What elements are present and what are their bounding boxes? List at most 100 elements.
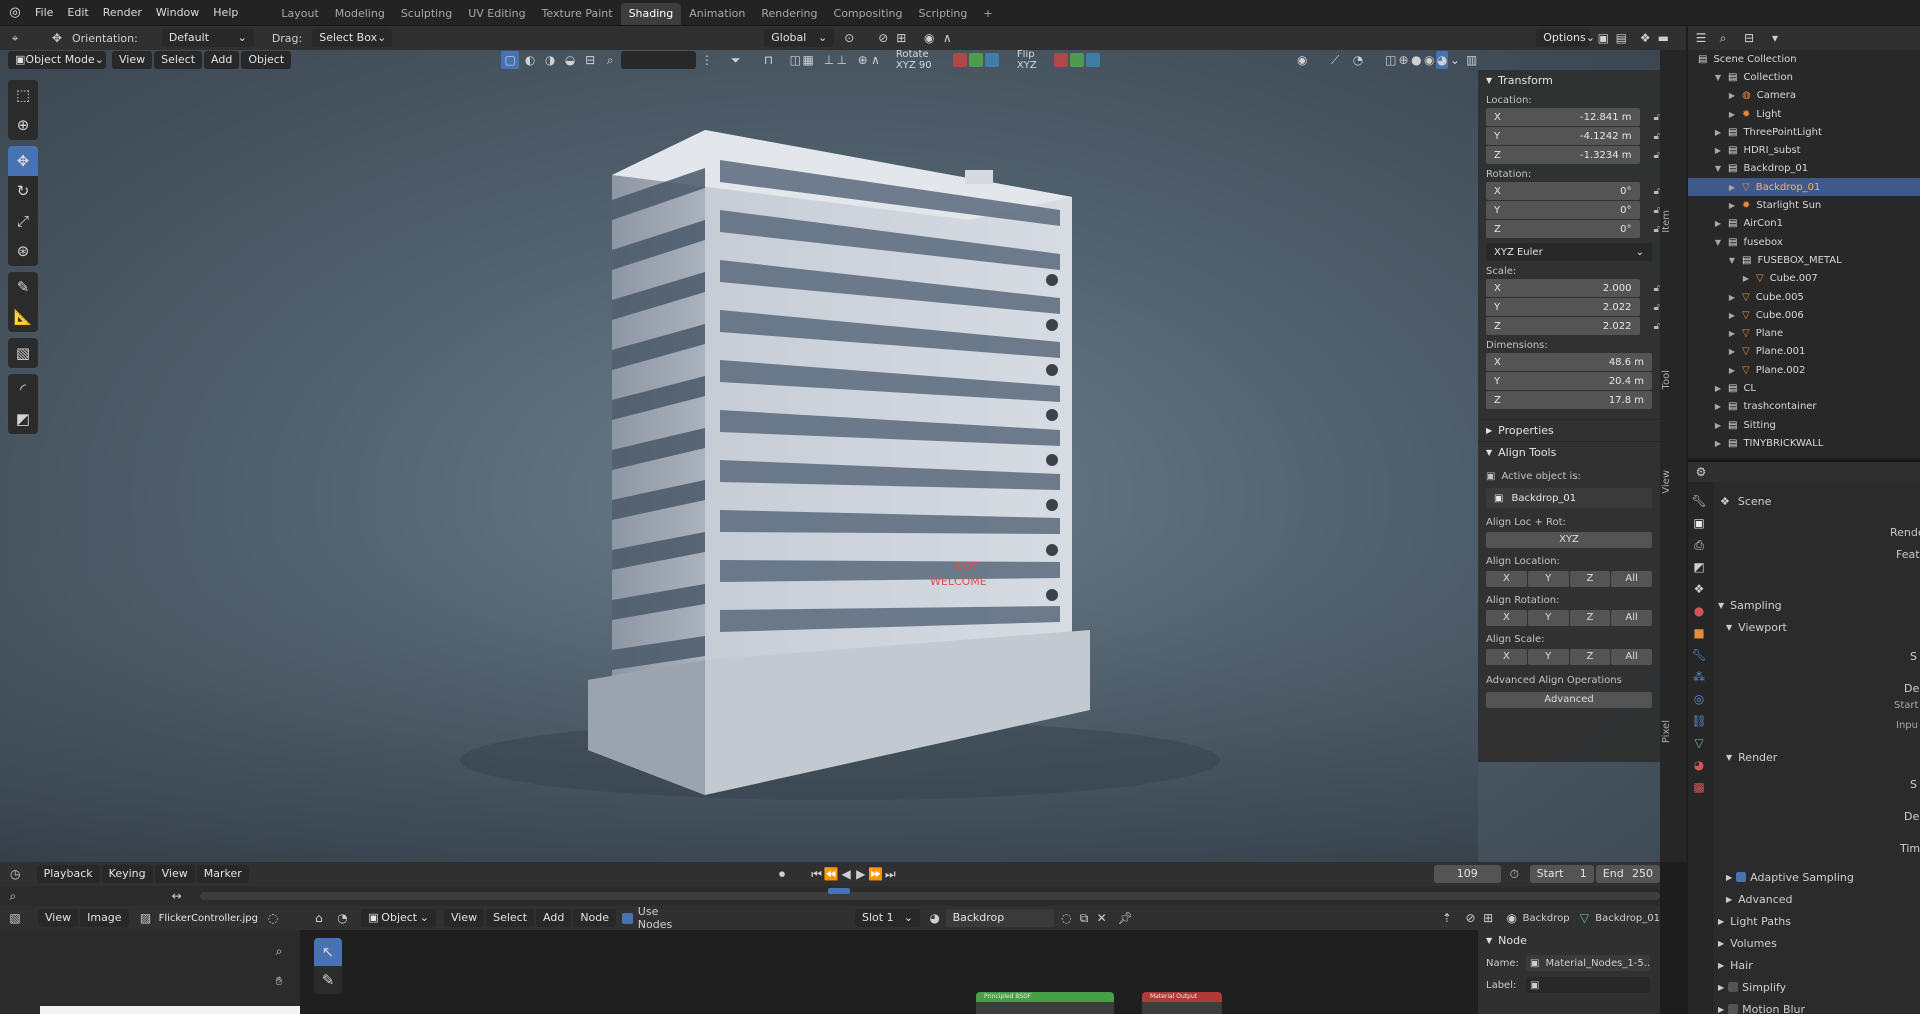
menu-edit[interactable]: Edit [60,0,95,26]
outliner-row[interactable]: ▶ ✹ Starlight Sun [1688,196,1920,214]
image-canvas[interactable] [40,1006,300,1014]
blender-logo-icon[interactable]: ◎ [2,4,28,22]
editor-type-icon[interactable]: ⌖ [6,29,24,47]
outliner-row[interactable]: ▼ ▤ FUSEBOX_METAL [1688,251,1920,269]
volumes-row[interactable]: ▶ Volumes [1714,934,1920,952]
workspace-tab-sculpting[interactable]: Sculpting [393,3,460,25]
output-tab-icon[interactable]: ⎙ [1688,534,1710,556]
adaptive-sampling-row[interactable]: ▶ Adaptive Sampling [1726,868,1920,886]
node-name-field[interactable]: ▣ Material_Nodes_1-5... [1526,955,1650,971]
motion-blur-checkbox[interactable] [1728,1004,1739,1014]
outliner-row[interactable]: ▶ ▽ Cube.007 [1688,270,1920,288]
workspace-tab-compositing[interactable]: Compositing [826,3,911,25]
stopwatch-icon[interactable]: ⏱ [1507,865,1522,883]
filter-icon[interactable]: ▾ [1766,29,1784,47]
scene-tab-icon[interactable]: ❖ [1688,578,1710,600]
advanced-align-button[interactable]: Advanced [1486,692,1652,708]
viewport-subpanel-header[interactable]: ▼ Viewport [1726,618,1920,636]
outliner-row[interactable]: ▶ ▤ CL [1688,379,1920,397]
align-rotation-y-button[interactable]: Y [1527,610,1569,626]
hand-pan-icon[interactable]: ✋︎ [270,972,288,990]
chevron-right-icon[interactable]: ▶ [1712,146,1724,155]
timeline-editor-icon[interactable]: ◷ [8,865,23,883]
workspace-tab-modeling[interactable]: Modeling [327,3,393,25]
material-name-field[interactable]: Backdrop [945,909,1054,927]
scale-z-field[interactable]: Z 2.022 [1486,317,1640,335]
chevron-right-icon[interactable]: ▶ [1712,421,1724,430]
node-view-menu[interactable]: View [443,909,485,927]
node-add-menu[interactable]: Add [536,909,572,927]
align-location-y-button[interactable]: Y [1527,571,1569,587]
node-select-menu[interactable]: Select [486,909,535,927]
motion-blur-row[interactable]: ▶ Motion Blur [1714,1000,1920,1014]
constraints-tab-icon[interactable]: ⛓︎ [1688,710,1710,732]
dimensions-z-field[interactable]: Z 17.8 m [1486,391,1652,409]
shader-node-editor[interactable]: ⌂ ◔ ▣ Object ⌄ View Select Add Node Use No… [300,905,1660,1014]
chevron-right-icon[interactable]: ▶ [1712,219,1724,228]
drag-dropdown[interactable]: Select Box ⌄ [312,29,393,47]
workspace-tab-texture-paint[interactable]: Texture Paint [534,3,621,25]
outliner-row[interactable]: ▶ ▤ trashcontainer [1688,398,1920,416]
chevron-right-icon[interactable]: ▶ [1726,183,1738,192]
rotation-y-field[interactable]: Y 0° [1486,201,1640,219]
modifier-tab-icon[interactable]: 🔧︎ [1688,644,1710,666]
record-icon[interactable]: ⏺ [775,865,790,883]
align-rotation-x-button[interactable]: X [1486,610,1527,626]
outliner-row[interactable]: ▶ ▽ Cube.005 [1688,288,1920,306]
shader-type-icon[interactable]: ◔ [334,909,352,927]
data-tab-icon[interactable]: ▽ [1688,732,1710,754]
node-section-header[interactable]: ▼ Node [1478,930,1660,951]
dimensions-y-field[interactable]: Y 20.4 m [1486,372,1652,390]
workspace-tab-layout[interactable]: Layout [273,3,326,25]
outliner-row[interactable]: ▶ ▽ Cube.006 [1688,306,1920,324]
workspace-tab-animation[interactable]: Animation [681,3,753,25]
outliner-row[interactable]: ▶ ▽ Plane [1688,324,1920,342]
outliner-row[interactable]: ▶ ▽ Plane.002 [1688,361,1920,379]
scene-icon[interactable]: ❖ [1636,29,1654,47]
dimensions-x-field[interactable]: X 48.6 m [1486,353,1652,371]
workspace-tab-uv-editing[interactable]: UV Editing [460,3,533,25]
outliner-row[interactable]: ▶ ▽ Backdrop_01 [1688,178,1920,197]
rotation-mode-dropdown[interactable]: XYZ Euler ⌄ [1486,243,1652,261]
chevron-down-icon[interactable]: ▼ [1726,256,1738,265]
sidebar-tab-pixel[interactable]: Pixel [1661,720,1685,743]
current-frame-field[interactable]: 109 [1433,865,1502,883]
parent-icon[interactable]: ⇡ [1438,909,1456,927]
previous-keyframe-icon[interactable]: ⏪ [824,865,839,883]
workspace-tab-shading[interactable]: Shading [620,2,682,25]
overlay-node-icon[interactable]: ⊞ [1479,909,1497,927]
physics-tab-icon[interactable]: ◎ [1688,688,1710,710]
sidebar-tab-tool[interactable]: Tool [1661,370,1685,389]
chevron-down-icon[interactable]: ▼ [1712,164,1724,173]
node-menu[interactable]: Node [573,909,617,927]
home-icon[interactable]: ⌂ [310,909,328,927]
scale-y-field[interactable]: Y 2.022 [1486,298,1640,316]
scale-x-field[interactable]: X 2.000 [1486,279,1640,297]
material-tab-icon[interactable]: ◕ [1688,754,1710,776]
chevron-right-icon[interactable]: ▶ [1712,128,1724,137]
end-frame-field[interactable]: End 250 [1595,865,1660,883]
view-layer-icon[interactable]: ▬ [1654,29,1672,47]
principled-bsdf-node[interactable]: Principled BSDF [976,992,1114,1014]
node-label-field[interactable]: ▣ [1526,977,1650,993]
adaptive-sampling-checkbox[interactable] [1736,872,1747,882]
playhead[interactable] [827,888,850,894]
rotation-x-field[interactable]: X 0° [1486,182,1640,200]
workspace-tab-scripting[interactable]: Scripting [910,3,975,25]
chevron-right-icon[interactable]: ▶ [1726,91,1738,100]
image-menu[interactable]: Image [80,909,129,927]
sampling-panel-header[interactable]: ▼ Sampling [1714,596,1920,614]
menu-render[interactable]: Render [96,0,149,26]
outliner-row[interactable]: ▶ ▤ TINYBRICKWALL [1688,434,1920,452]
falloff-icon[interactable]: ∧ [938,29,956,47]
menu-file[interactable]: File [28,0,60,26]
outliner-row[interactable]: ▼ ▤ Backdrop_01 [1688,160,1920,178]
chevron-right-icon[interactable]: ▶ [1726,347,1738,356]
render-icon[interactable]: ▤ [1612,29,1630,47]
use-nodes-toggle[interactable]: Use Nodes [622,905,695,931]
pin-icon[interactable]: 📌︎ [1116,909,1134,927]
outliner-row[interactable]: ▶ ▤ Sitting [1688,416,1920,434]
chevron-right-icon[interactable]: ▶ [1712,384,1724,393]
camera-icon[interactable]: ▣ [1594,29,1612,47]
menu-window[interactable]: Window [149,0,206,26]
